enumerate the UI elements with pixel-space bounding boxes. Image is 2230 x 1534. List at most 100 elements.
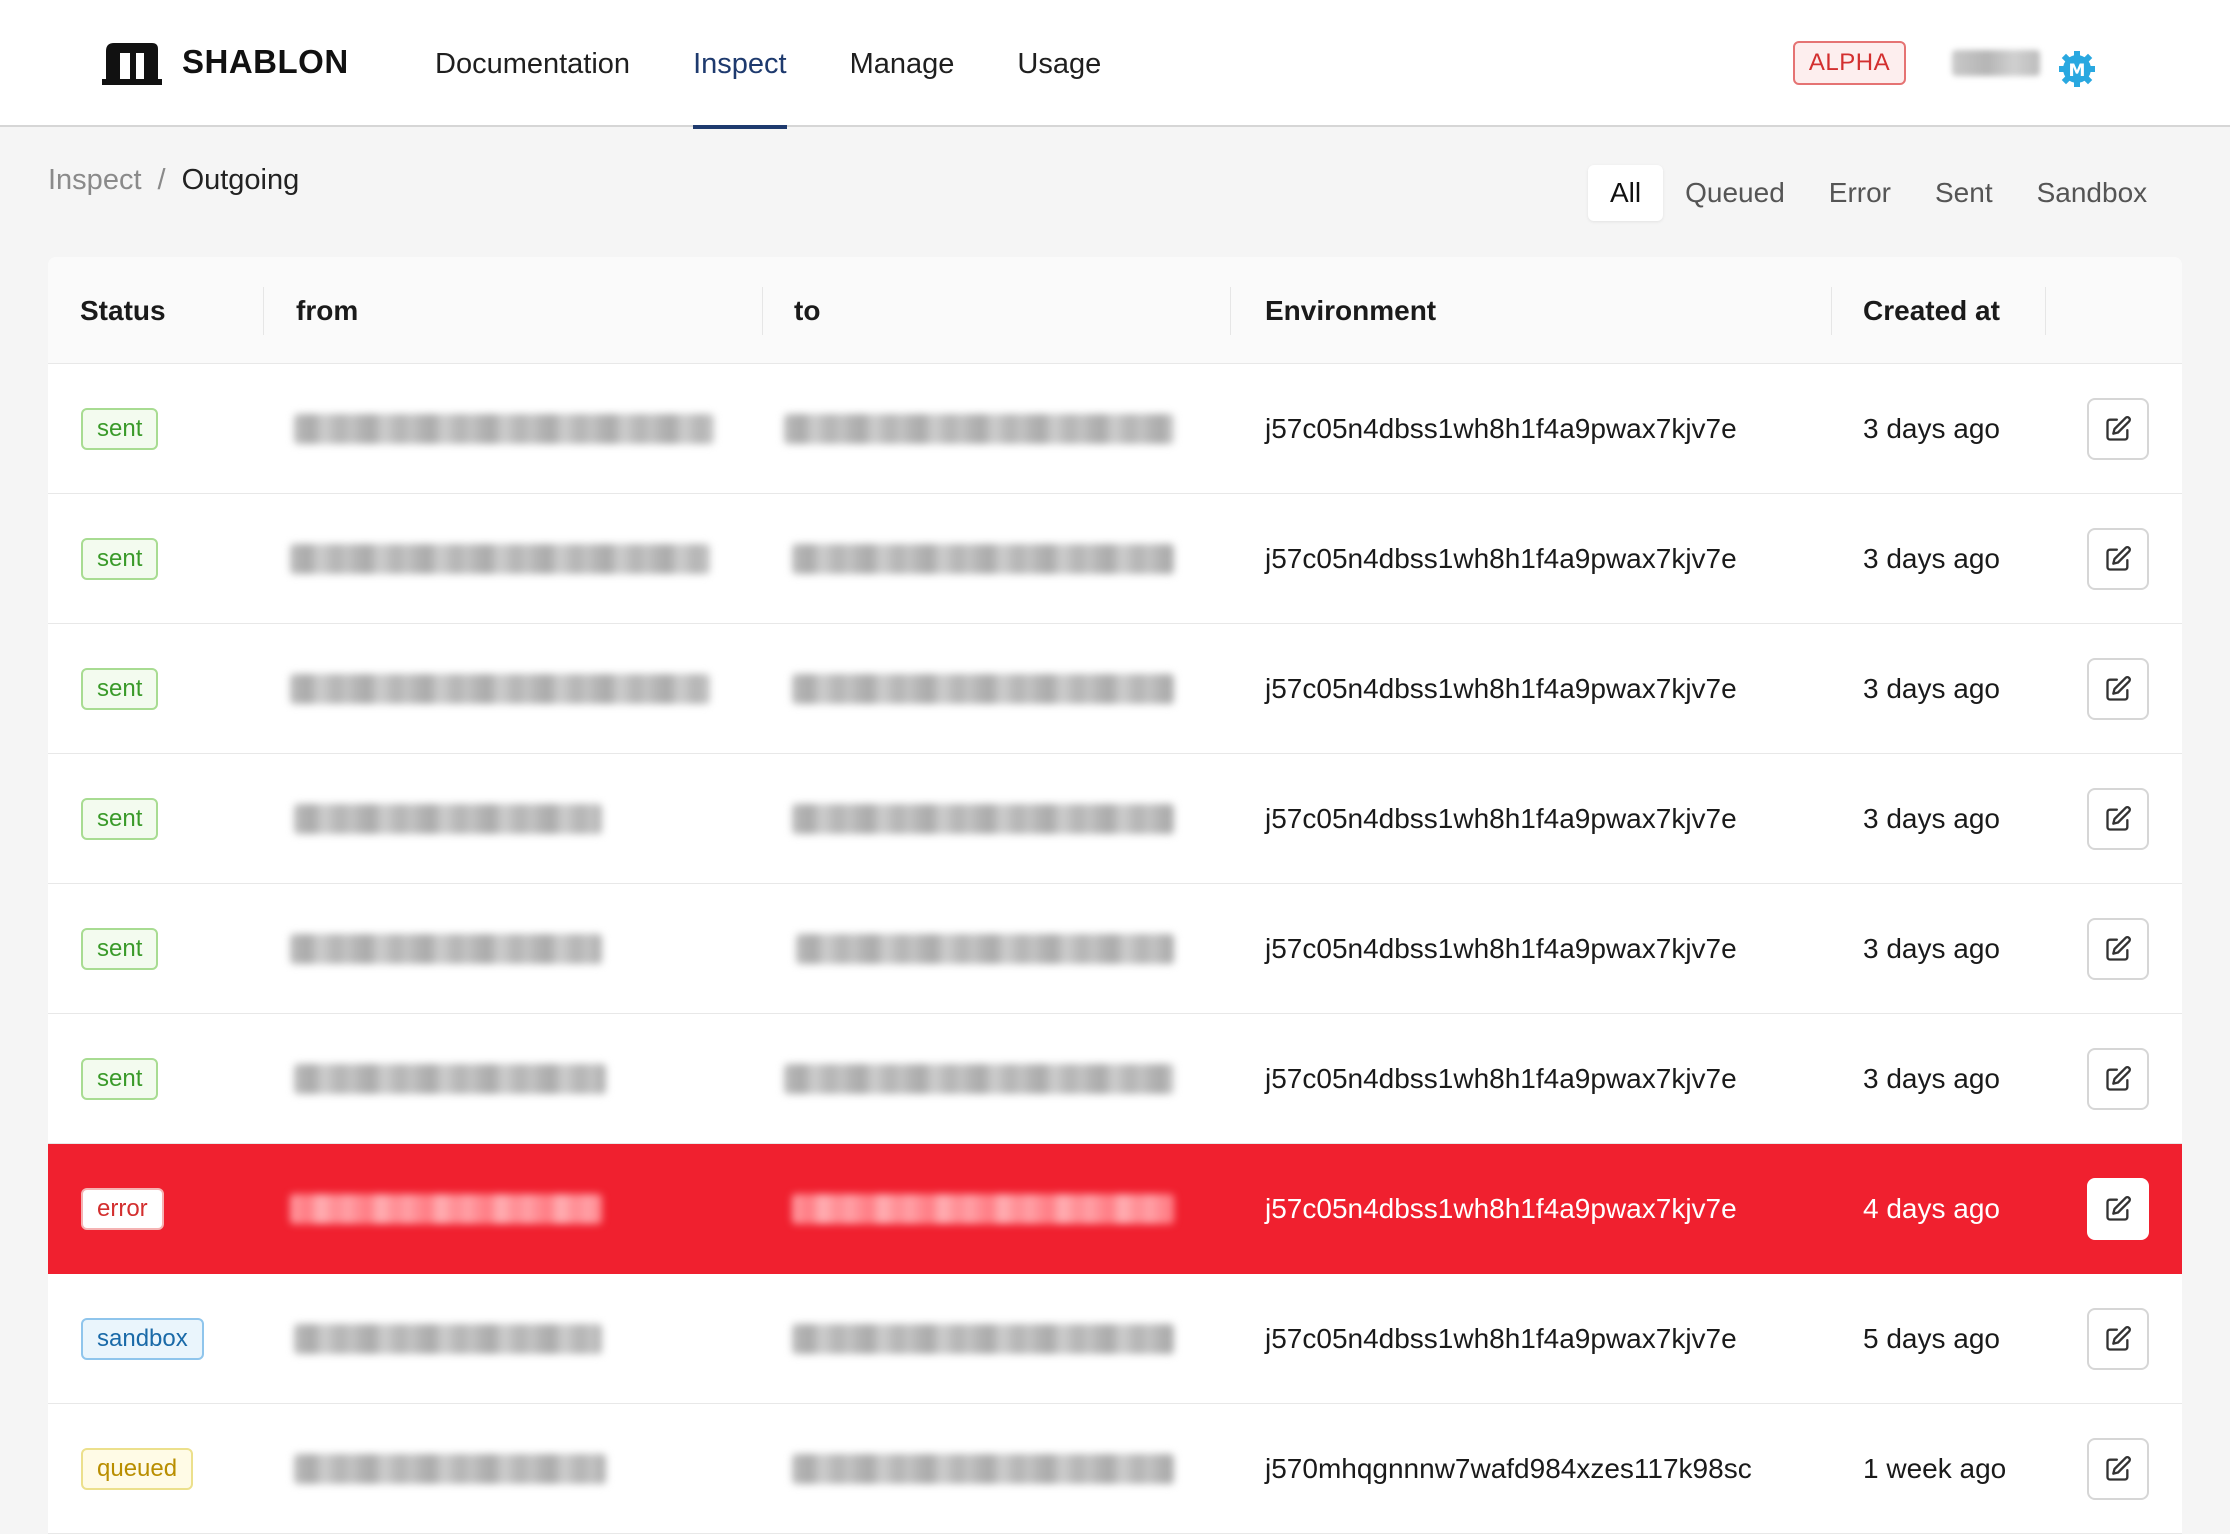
user-avatar-icon[interactable]: M [2059, 51, 2095, 87]
top-navigation-bar: SHABLON Documentation Inspect Manage Usa… [0, 0, 2230, 129]
edit-button[interactable] [2087, 528, 2149, 590]
edit-button[interactable] [2087, 1048, 2149, 1110]
created-at: 3 days ago [1863, 673, 2000, 704]
created-at: 3 days ago [1863, 1063, 2000, 1094]
environment-id: j57c05n4dbss1wh8h1f4a9pwax7kjv7e [1265, 933, 1737, 964]
from-address-redacted [290, 934, 602, 964]
user-name-redacted[interactable] [1952, 50, 2040, 76]
column-divider [263, 287, 264, 335]
environment-id: j57c05n4dbss1wh8h1f4a9pwax7kjv7e [1265, 1063, 1737, 1094]
from-address-redacted [294, 1324, 602, 1354]
edit-icon [2106, 1456, 2131, 1481]
created-at: 3 days ago [1863, 543, 2000, 574]
filter-error[interactable]: Error [1807, 165, 1913, 221]
from-address-redacted [290, 544, 710, 574]
column-header-created-at[interactable]: Created at [1863, 257, 2000, 364]
edit-button[interactable] [2087, 1178, 2149, 1240]
from-address-redacted [290, 1194, 602, 1224]
created-at: 5 days ago [1863, 1323, 2000, 1354]
edit-button[interactable] [2087, 1438, 2149, 1500]
table-row[interactable]: sent j57c05n4dbss1wh8h1f4a9pwax7kjv7e 3 … [48, 754, 2182, 884]
status-badge: sent [81, 668, 159, 710]
from-address-redacted [294, 804, 602, 834]
to-address-redacted [792, 1194, 1174, 1224]
app-logo[interactable]: SHABLON [102, 38, 349, 86]
breadcrumb: Inspect / Outgoing [48, 164, 299, 197]
filter-all[interactable]: All [1588, 165, 1664, 221]
table-row[interactable]: sent j57c05n4dbss1wh8h1f4a9pwax7kjv7e 3 … [48, 624, 2182, 754]
edit-icon [2106, 1326, 2131, 1351]
status-badge: sandbox [81, 1318, 204, 1360]
status-badge: sent [81, 408, 159, 450]
edit-button[interactable] [2087, 658, 2149, 720]
created-at: 3 days ago [1863, 413, 2000, 444]
edit-button[interactable] [2087, 918, 2149, 980]
from-address-redacted [290, 674, 710, 704]
table-row[interactable]: queued j570mhqgnnnw7wafd984xzes117k98sc … [48, 1404, 2182, 1534]
column-header-environment[interactable]: Environment [1265, 257, 1436, 364]
to-address-redacted [784, 414, 1174, 444]
column-divider [1230, 287, 1231, 335]
from-address-redacted [294, 1454, 606, 1484]
shablon-logo-icon [102, 43, 162, 85]
environment-id: j57c05n4dbss1wh8h1f4a9pwax7kjv7e [1265, 1323, 1737, 1354]
to-address-redacted [784, 1064, 1174, 1094]
environment-id: j57c05n4dbss1wh8h1f4a9pwax7kjv7e [1265, 543, 1737, 574]
created-at: 3 days ago [1863, 803, 2000, 834]
column-header-to[interactable]: to [794, 257, 820, 364]
avatar-initial: M [2069, 61, 2086, 81]
nav-usage[interactable]: Usage [1017, 0, 1101, 127]
to-address-redacted [792, 544, 1174, 574]
environment-id: j57c05n4dbss1wh8h1f4a9pwax7kjv7e [1265, 1193, 1737, 1224]
from-address-redacted [294, 1064, 606, 1094]
column-header-status[interactable]: Status [80, 257, 166, 364]
created-at: 3 days ago [1863, 933, 2000, 964]
status-badge: sent [81, 538, 159, 580]
edit-button[interactable] [2087, 1308, 2149, 1370]
table-row[interactable]: sent j57c05n4dbss1wh8h1f4a9pwax7kjv7e 3 … [48, 1014, 2182, 1144]
nav-documentation[interactable]: Documentation [435, 0, 630, 127]
environment-id: j57c05n4dbss1wh8h1f4a9pwax7kjv7e [1265, 803, 1737, 834]
edit-icon [2106, 546, 2131, 571]
filter-queued[interactable]: Queued [1663, 165, 1807, 221]
edit-icon [2106, 806, 2131, 831]
created-at: 4 days ago [1863, 1193, 2000, 1224]
filter-sent[interactable]: Sent [1913, 165, 2015, 221]
breadcrumb-parent[interactable]: Inspect [48, 164, 142, 197]
table-row[interactable]: sent j57c05n4dbss1wh8h1f4a9pwax7kjv7e 3 … [48, 364, 2182, 494]
environment-id: j57c05n4dbss1wh8h1f4a9pwax7kjv7e [1265, 413, 1737, 444]
table-header: Status from to Environment Created at [48, 257, 2182, 364]
breadcrumb-current: Outgoing [181, 164, 300, 196]
status-badge: sent [81, 928, 159, 970]
edit-icon [2106, 676, 2131, 701]
environment-id: j570mhqgnnnw7wafd984xzes117k98sc [1265, 1453, 1752, 1484]
to-address-redacted [796, 934, 1174, 964]
edit-icon [2106, 1196, 2131, 1221]
edit-icon [2106, 1066, 2131, 1091]
table-row[interactable]: sent j57c05n4dbss1wh8h1f4a9pwax7kjv7e 3 … [48, 494, 2182, 624]
nav-inspect[interactable]: Inspect [693, 0, 787, 129]
to-address-redacted [792, 804, 1174, 834]
to-address-redacted [792, 674, 1174, 704]
outgoing-messages-table: Status from to Environment Created at se… [48, 257, 2182, 1534]
filter-sandbox[interactable]: Sandbox [2015, 165, 2170, 221]
status-filter-tabs: All Queued Error Sent Sandbox [1588, 165, 2169, 221]
edit-button[interactable] [2087, 398, 2149, 460]
environment-id: j57c05n4dbss1wh8h1f4a9pwax7kjv7e [1265, 673, 1737, 704]
column-divider [2045, 287, 2046, 335]
nav-manage[interactable]: Manage [850, 0, 955, 127]
table-row-highlighted[interactable]: error j57c05n4dbss1wh8h1f4a9pwax7kjv7e 4… [48, 1144, 2182, 1274]
created-at: 1 week ago [1863, 1453, 2007, 1484]
status-badge: sent [81, 798, 159, 840]
table-row[interactable]: sent j57c05n4dbss1wh8h1f4a9pwax7kjv7e 3 … [48, 884, 2182, 1014]
alpha-badge: ALPHA [1793, 41, 1906, 85]
to-address-redacted [792, 1324, 1174, 1354]
edit-icon [2106, 936, 2131, 961]
column-header-from[interactable]: from [296, 257, 358, 364]
edit-button[interactable] [2087, 788, 2149, 850]
status-badge: sent [81, 1058, 159, 1100]
breadcrumb-separator: / [157, 164, 166, 196]
table-row[interactable]: sandbox j57c05n4dbss1wh8h1f4a9pwax7kjv7e… [48, 1274, 2182, 1404]
app-name: SHABLON [182, 43, 349, 80]
column-divider [1831, 287, 1832, 335]
